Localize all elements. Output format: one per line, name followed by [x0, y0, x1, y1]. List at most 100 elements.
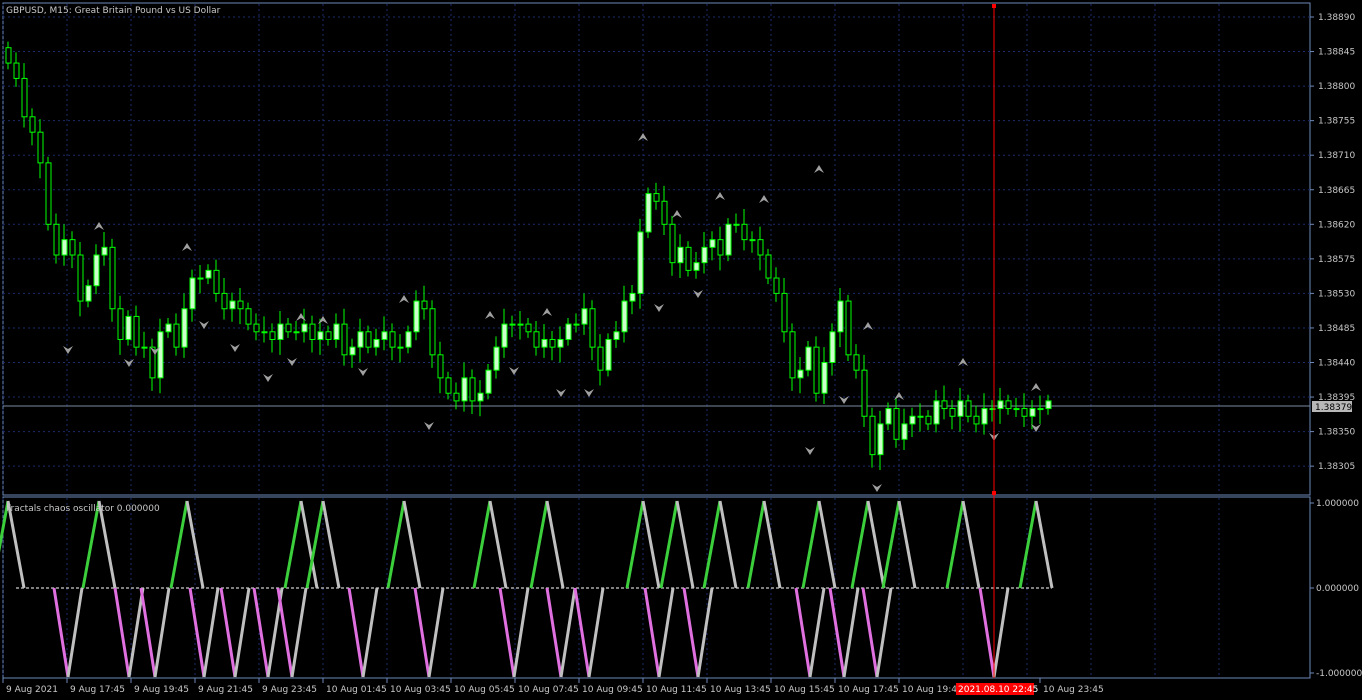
candle-bear: [469, 377, 476, 402]
osc-drop: [498, 587, 516, 678]
oscillator-axis: 1.000000 0.000000 -1.000000: [1310, 499, 1362, 679]
osc-drop: [794, 587, 812, 678]
price-tick-label: 1.38485: [1318, 324, 1355, 334]
time-tick-label: 9 Aug 19:45: [134, 685, 189, 695]
osc-drop: [252, 587, 270, 678]
osc-drop: [643, 587, 661, 678]
fractal-up-arrow: [485, 311, 495, 319]
osc-recover: [842, 587, 860, 678]
candle-bull: [821, 362, 828, 394]
candle-bull: [461, 377, 468, 402]
osc-drop: [52, 587, 70, 678]
candle-bear: [13, 62, 20, 79]
candle-bear: [253, 323, 260, 333]
candle-bull: [197, 277, 204, 280]
candle-bear: [525, 323, 532, 333]
candle-bull: [957, 400, 964, 417]
candle-bear: [389, 331, 396, 348]
price-tick-label: 1.38620: [1318, 220, 1355, 230]
candle-bear: [437, 354, 444, 379]
candle-bull: [181, 308, 188, 348]
candle-bull: [229, 300, 236, 310]
candle-bear: [133, 315, 140, 348]
candle-bull: [701, 246, 708, 264]
candle-bull: [349, 346, 356, 356]
osc-drop: [413, 587, 431, 678]
candle-bull: [877, 423, 884, 456]
candle-bull: [477, 392, 484, 402]
fractal-down-arrow: [358, 368, 368, 376]
candle-bear: [45, 162, 52, 225]
candle-bull: [677, 246, 684, 264]
candle-bull: [1045, 400, 1052, 410]
osc-recover: [559, 587, 577, 678]
trading-chart[interactable]: GBPUSD, M15: Great Britain Pound vs US D…: [0, 0, 1362, 700]
fractal-down-arrow: [263, 374, 273, 382]
candle-bull: [165, 323, 172, 333]
time-tick-label: 10 Aug 03:45: [390, 685, 451, 695]
osc-tick-label: -1.000000: [1316, 669, 1362, 679]
candle-bull: [573, 323, 580, 326]
candle-bull: [517, 323, 524, 326]
osc-fall: [817, 500, 837, 589]
osc-rise: [169, 500, 189, 589]
candle-bear: [765, 254, 772, 279]
time-tick-label: 10 Aug 15:45: [774, 685, 835, 695]
candle-bear: [597, 346, 604, 371]
candle-bear: [173, 323, 180, 348]
osc-rise: [801, 500, 821, 589]
price-tick-label: 1.38305: [1318, 462, 1355, 472]
candle-bull: [85, 285, 92, 302]
fractal-down-arrow: [556, 389, 566, 397]
candle-bull: [629, 292, 636, 302]
osc-recover: [361, 587, 379, 678]
candle-bear: [213, 269, 220, 294]
candle-bear: [781, 292, 788, 333]
fractal-up-arrow: [814, 165, 824, 173]
osc-recover: [657, 587, 675, 678]
candle-bull: [981, 408, 988, 425]
candle-bear: [925, 415, 932, 425]
candle-bear: [325, 331, 332, 340]
osc-fall: [762, 500, 782, 589]
candle-bear: [429, 308, 436, 356]
candle-bear: [893, 408, 900, 440]
fractal-down-arrow: [424, 422, 434, 430]
crosshair-bottom-marker: [992, 491, 996, 495]
osc-drop: [861, 587, 879, 678]
candle-bear: [661, 200, 668, 225]
candle-bull: [61, 239, 68, 256]
osc-rise: [702, 500, 722, 589]
candle-bear: [245, 308, 252, 325]
osc-fall: [488, 500, 508, 589]
candle-bear: [1005, 400, 1012, 410]
osc-fall: [897, 500, 917, 589]
price-tick-label: 1.38350: [1318, 428, 1355, 438]
time-tick-label: 10 Aug 19:45: [902, 685, 963, 695]
candle-bear: [237, 300, 244, 310]
time-tick-label: 9 Aug 17:45: [70, 685, 125, 695]
fractal-up-arrow: [715, 192, 725, 200]
candle-bull: [277, 323, 284, 340]
candle-bear: [669, 223, 676, 264]
candle-bull: [509, 323, 516, 326]
osc-rise: [283, 500, 303, 589]
osc-drop: [828, 587, 846, 678]
candle-bull: [1029, 408, 1036, 417]
osc-fall: [6, 500, 26, 589]
fractal-down-arrow: [124, 359, 134, 367]
fractal-down-arrow: [199, 321, 209, 329]
candle-bear: [29, 116, 36, 133]
candle-bull: [605, 338, 612, 371]
candle-bear: [949, 408, 956, 417]
candle-bull: [501, 323, 508, 348]
candle-bear: [853, 354, 860, 371]
candle-bear: [589, 308, 596, 348]
osc-rise: [659, 500, 679, 589]
time-tick-label: 10 Aug 07:45: [518, 685, 579, 695]
fractal-up-arrow: [182, 243, 192, 251]
osc-fall: [97, 500, 117, 589]
osc-fall: [1034, 500, 1054, 589]
candle-bear: [757, 239, 764, 256]
price-tick-label: 1.38575: [1318, 255, 1355, 265]
